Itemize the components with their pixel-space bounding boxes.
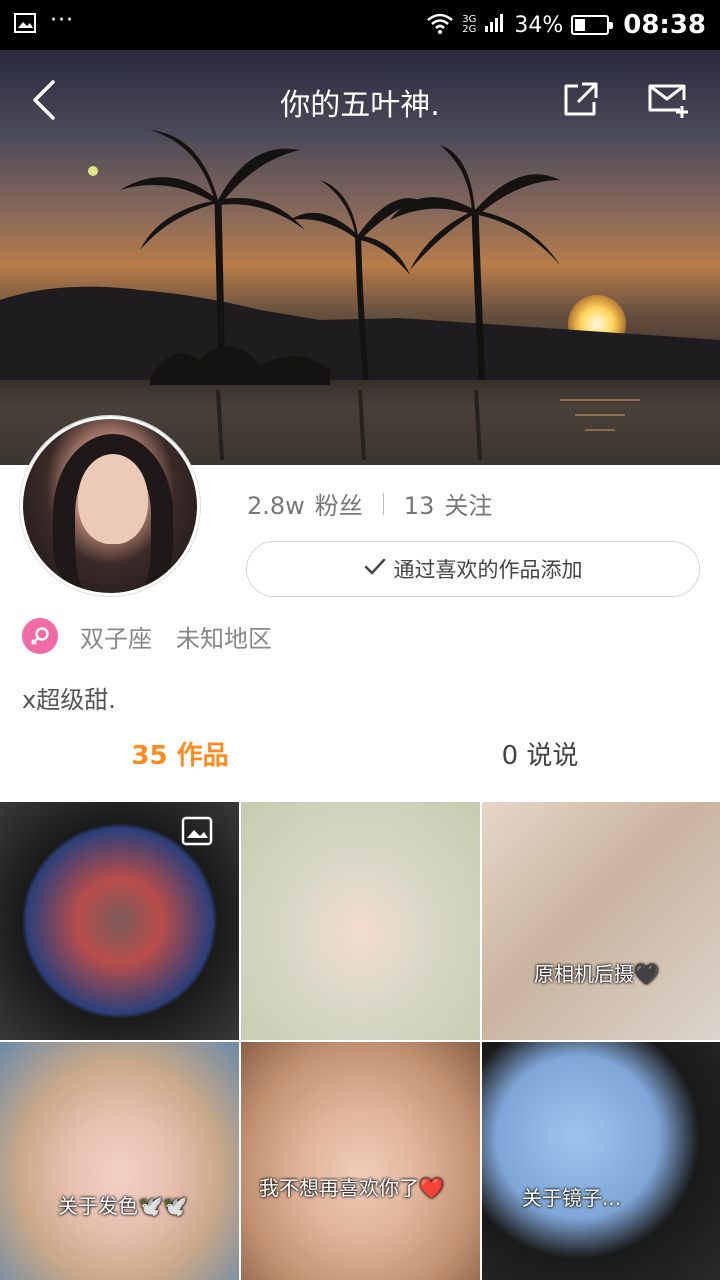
battery-percent: 34%: [514, 12, 564, 38]
work-thumbnail[interactable]: 关于发色🕊️🕊️: [0, 1042, 239, 1280]
content-tabs: 35 作品 0 说说: [0, 730, 720, 790]
signal-icon: [484, 13, 506, 37]
follow-count: 13: [403, 492, 435, 520]
add-via-likes-label: 通过喜欢的作品添加: [393, 558, 583, 582]
fans-label: 粉丝: [314, 492, 363, 520]
network-type: 3G 2G: [462, 14, 477, 35]
work-thumbnail[interactable]: 我不想再喜欢你了❤️: [241, 1042, 480, 1280]
works-grid: 原相机后摄🖤 关于发色🕊️🕊️ 我不想再喜欢你了❤️ 关于镜子...: [0, 802, 720, 1280]
tab-works[interactable]: 35 作品: [0, 730, 360, 790]
thumbnail-caption: 关于发色🕊️🕊️: [58, 1194, 188, 1218]
stats-divider: [382, 492, 384, 515]
bio: x超级甜.: [22, 686, 116, 714]
wifi-icon: [426, 12, 454, 38]
work-thumbnail[interactable]: 关于镜子...: [482, 1042, 720, 1280]
mail-add-icon: [648, 84, 688, 118]
image-notification-icon: [14, 13, 36, 37]
add-via-likes-button[interactable]: 通过喜欢的作品添加: [246, 541, 700, 597]
back-icon: [33, 80, 55, 120]
female-gender-icon: [22, 618, 58, 654]
follow-label: 关注: [444, 492, 493, 520]
gallery-icon: [181, 816, 213, 850]
thumbnail-caption: 关于镜子...: [522, 1186, 622, 1210]
top-bar: 你的五叶神.: [0, 50, 720, 150]
follow-stat[interactable]: 13 关注: [404, 486, 493, 521]
fans-count: 2.8w: [247, 492, 305, 520]
zodiac-tag: 双子座: [80, 624, 152, 653]
status-bar: ··· 3G 2G 34% 08:38: [0, 0, 720, 50]
thumbnail-caption: 我不想再喜欢你了❤️: [259, 1176, 444, 1200]
tab-posts[interactable]: 0 说说: [360, 730, 720, 790]
back-button[interactable]: [24, 78, 64, 122]
clock: 08:38: [623, 10, 706, 40]
work-thumbnail[interactable]: [0, 802, 239, 1040]
profile-tags: 双子座 未知地区: [22, 618, 272, 654]
share-button[interactable]: [560, 80, 600, 120]
battery-icon: [571, 15, 614, 35]
page-title: 你的五叶神.: [280, 88, 440, 123]
work-thumbnail[interactable]: [241, 802, 480, 1040]
thumbnail-caption: 原相机后摄🖤: [534, 962, 659, 986]
location-tag: 未知地区: [176, 624, 272, 653]
avatar[interactable]: [20, 416, 200, 596]
share-icon: [564, 82, 598, 116]
profile-stats: 2.8w 粉丝 13 关注: [247, 486, 492, 521]
message-button[interactable]: [646, 80, 692, 120]
fans-stat[interactable]: 2.8w 粉丝: [247, 486, 363, 521]
check-icon: [364, 557, 386, 581]
more-notifications-icon: ···: [50, 8, 74, 33]
work-thumbnail[interactable]: 原相机后摄🖤: [482, 802, 720, 1040]
